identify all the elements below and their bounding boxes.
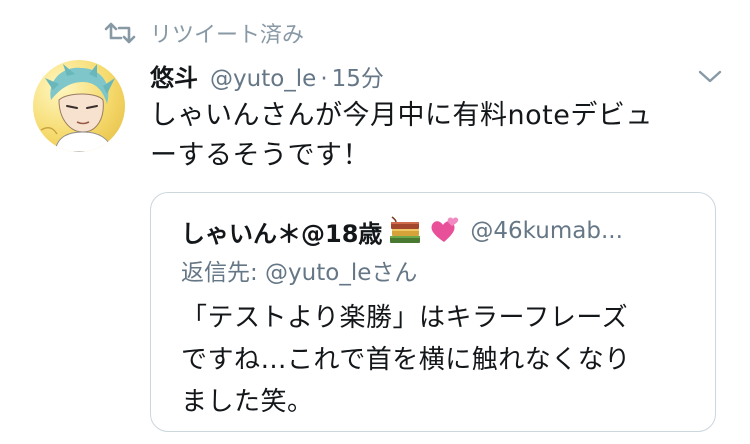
quoted-text-line: ですね…これで首を横に触れなくなり	[181, 345, 631, 375]
chevron-down-icon[interactable]	[696, 66, 724, 86]
quoted-text-line: 「テストより楽勝」はキラーフレーズ	[181, 303, 629, 333]
tweet-text-line: ーするそうです！	[150, 140, 370, 171]
tweet-text: しゃいんさんが今月中に有料noteデビュ ーするそうです！	[150, 96, 730, 176]
tweet-text-line: しゃいんさんが今月中に有料noteデビュ	[150, 100, 653, 131]
separator-dot: ·	[320, 66, 328, 92]
tweet-header: 悠斗 @yuto_le · 15分	[150, 58, 384, 92]
retweet-label: リツイート済み	[150, 23, 305, 48]
quoted-tweet-card[interactable]: しゃいん＊@18歳 @46kumab... 返信先: @yuto_leさん 「テ…	[150, 192, 716, 432]
quoted-tweet-text: 「テストより楽勝」はキラーフレーズ ですね…これで首を横に触れなくなり ました笑…	[181, 297, 701, 423]
quoted-tweet-header: しゃいん＊@18歳 @46kumab...	[181, 211, 623, 251]
timestamp[interactable]: 15分	[332, 59, 384, 93]
retweet-indicator: リツイート済み	[104, 18, 304, 48]
quoted-user-handle: @46kumab...	[470, 218, 623, 244]
display-name[interactable]: 悠斗	[150, 58, 198, 93]
user-avatar[interactable]	[33, 60, 125, 152]
two-hearts-icon	[431, 217, 459, 242]
quoted-text-line: ました笑。	[181, 387, 314, 417]
reply-to-label: 返信先: @yuto_leさん	[181, 260, 418, 286]
user-handle[interactable]: @yuto_le	[210, 66, 316, 92]
books-icon	[390, 216, 421, 243]
retweet-icon	[104, 22, 136, 44]
quoted-display-name: しゃいん＊@18歳	[181, 219, 383, 248]
